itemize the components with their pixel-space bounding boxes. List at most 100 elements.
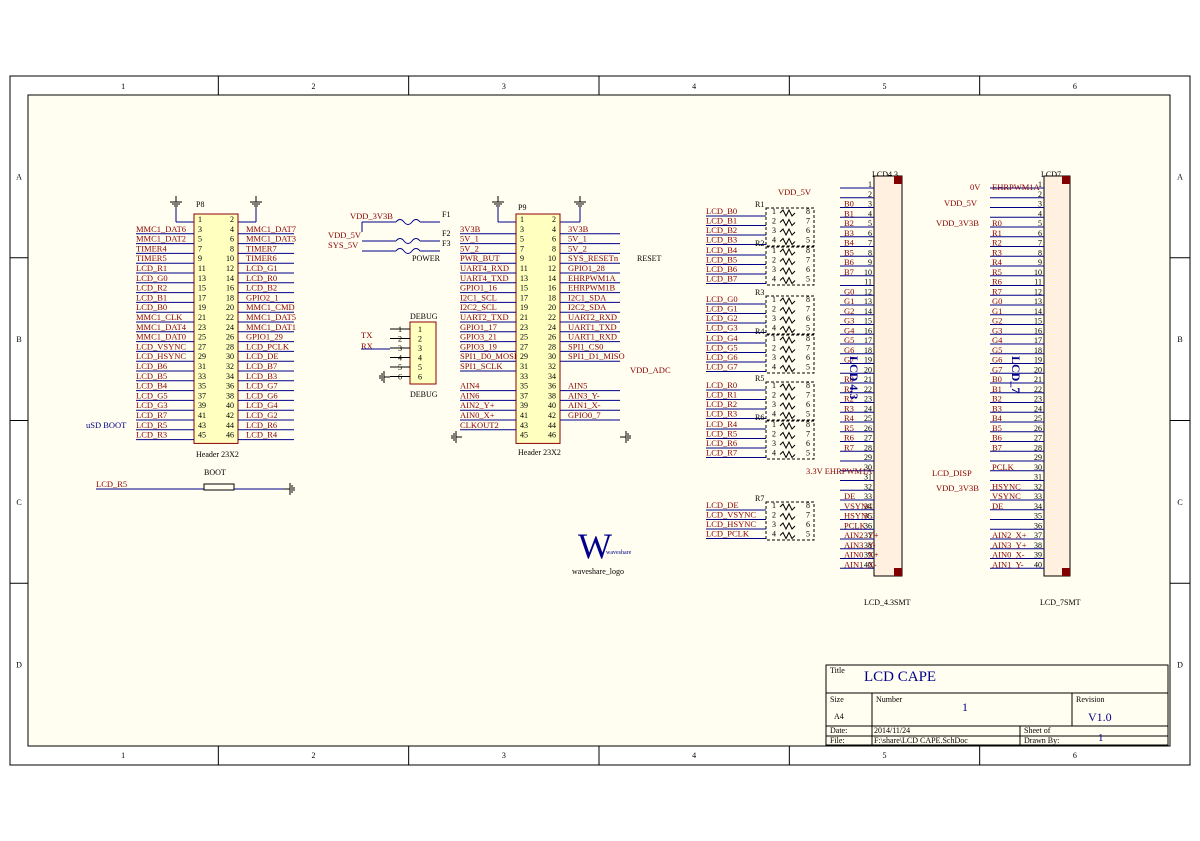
pin-number: 43 bbox=[520, 421, 528, 430]
net-label: G3 bbox=[844, 316, 854, 326]
net-label: GPIO0_7 bbox=[568, 410, 601, 420]
column-label: 2 bbox=[312, 751, 316, 760]
net-label: UART1_RXD bbox=[568, 332, 617, 342]
net-label: LCD_R4 bbox=[246, 430, 278, 440]
net-label: VDD_3V3B bbox=[350, 211, 393, 221]
net-label: LCD_R5 bbox=[96, 479, 127, 489]
net-label: I2C1_SDA bbox=[568, 292, 607, 302]
pin-number: 41 bbox=[198, 411, 206, 420]
pin-number: 3 bbox=[772, 265, 776, 274]
pin-number: 4 bbox=[772, 324, 776, 333]
net-label: B0 bbox=[992, 374, 1002, 384]
net-label: LCD_HSYNC bbox=[136, 351, 186, 361]
connector-body bbox=[873, 175, 903, 577]
net-label: LCD_R3 bbox=[706, 409, 737, 419]
net-label: B6 bbox=[844, 257, 854, 267]
pin-number: 29 bbox=[198, 352, 206, 361]
net-label: G3 bbox=[992, 325, 1002, 335]
pin-number: 7 bbox=[806, 391, 810, 400]
net-label: CLKOUT2 bbox=[460, 420, 499, 430]
column-label: 1 bbox=[121, 82, 125, 91]
size-value: A4 bbox=[834, 712, 844, 721]
net-label: LCD_R7 bbox=[706, 448, 737, 458]
pin-number: 6 bbox=[806, 353, 810, 362]
pin-number: 25 bbox=[198, 333, 206, 342]
net-label: LCD_R5 bbox=[706, 429, 737, 439]
pin-number: 2 bbox=[772, 256, 776, 265]
net-label: R6 bbox=[844, 433, 854, 443]
pin-number: 7 bbox=[806, 344, 810, 353]
date-value: 2014/11/24 bbox=[874, 726, 910, 735]
pin-number: 7 bbox=[806, 256, 810, 265]
pin-number: 1 bbox=[772, 246, 776, 255]
net-label: LCD_G3 bbox=[136, 400, 168, 410]
column-label: 6 bbox=[1073, 82, 1077, 91]
net-label: LCD_VSYNC bbox=[136, 341, 186, 351]
pin-number: 40 bbox=[226, 401, 234, 410]
net-label: LCD_R6 bbox=[246, 420, 277, 430]
pin-number: 44 bbox=[548, 421, 556, 430]
pin-number: 7 bbox=[806, 511, 810, 520]
pin-number: 5 bbox=[806, 410, 810, 419]
net-label: MMC1_DAT5 bbox=[246, 312, 296, 322]
pin-number: 7 bbox=[520, 244, 524, 253]
pin-number: 23 bbox=[520, 323, 528, 332]
pin-number: 5 bbox=[806, 449, 810, 458]
net-label: AIN1_X- bbox=[568, 400, 601, 410]
net-label: R7 bbox=[992, 286, 1002, 296]
net-label: AIN0_X+ bbox=[844, 550, 879, 560]
pin-number: 45 bbox=[520, 431, 528, 440]
pin-number: 21 bbox=[198, 313, 206, 322]
net-label: AIN1_X- bbox=[844, 559, 877, 569]
net-label: R3 bbox=[992, 247, 1002, 257]
pin-number: 33 bbox=[198, 372, 206, 381]
column-label: 3 bbox=[502, 751, 506, 760]
net-label: B2 bbox=[844, 218, 854, 228]
resnet-ref: R6 bbox=[755, 413, 764, 422]
pin-number: 6 bbox=[806, 265, 810, 274]
net-label: LCD_B0 bbox=[706, 206, 737, 216]
note-label: uSD BOOT bbox=[86, 420, 127, 430]
net-label: AIN2_Y+ bbox=[844, 530, 879, 540]
net-label: LCD_B7 bbox=[706, 274, 737, 284]
pin-number: 33 bbox=[520, 372, 528, 381]
pin-number: 11 bbox=[520, 264, 528, 273]
net-label: LCD_G1 bbox=[706, 304, 738, 314]
resnet-ref: R3 bbox=[755, 288, 764, 297]
pin-number: 32 bbox=[548, 362, 556, 371]
pin-number: 13 bbox=[198, 274, 206, 283]
pin-number: 16 bbox=[226, 284, 234, 293]
pin-number: 16 bbox=[548, 284, 556, 293]
pin-number: 5 bbox=[806, 236, 810, 245]
net-label: VDD_5V bbox=[328, 230, 362, 240]
title-label: Title bbox=[830, 666, 845, 675]
net-label: LCD_R5 bbox=[136, 420, 167, 430]
column-label: 3 bbox=[502, 82, 506, 91]
fuse-ref: F1 bbox=[442, 210, 450, 219]
title-block: Title LCD CAPE Size A4 Number 1 Revision V1.0 Da… bbox=[825, 664, 1169, 746]
net-label: MMC1_CLK bbox=[136, 312, 183, 322]
row-label: A bbox=[16, 172, 22, 181]
pin-number: 14 bbox=[548, 274, 556, 283]
net-label: LCD_G2 bbox=[706, 313, 738, 323]
column-label: 4 bbox=[692, 82, 696, 91]
row-label: D bbox=[1177, 661, 1183, 670]
pin-number: 38 bbox=[226, 391, 234, 400]
net-label: LCD_VSYNC bbox=[706, 510, 756, 520]
net-label: R4 bbox=[992, 257, 1003, 267]
pin-number: 23 bbox=[198, 323, 206, 332]
net-label: LCD_B3 bbox=[246, 371, 277, 381]
net-label: GPIO3_21 bbox=[460, 332, 497, 342]
pin-number: 35 bbox=[198, 382, 206, 391]
pin-number: 2 bbox=[772, 305, 776, 314]
pin-number: 1 bbox=[198, 215, 202, 224]
net-label: G0 bbox=[992, 296, 1002, 306]
pin-number: 34 bbox=[548, 372, 556, 381]
number-value: 1 bbox=[962, 700, 968, 714]
net-label: LCD_G6 bbox=[706, 352, 738, 362]
net-label: 3V3B bbox=[460, 224, 481, 234]
net-label: LCD_R0 bbox=[706, 380, 737, 390]
net-label: TX bbox=[361, 330, 372, 340]
net-label: B5 bbox=[844, 247, 854, 257]
net-label: I2C2_SCL bbox=[460, 302, 497, 312]
